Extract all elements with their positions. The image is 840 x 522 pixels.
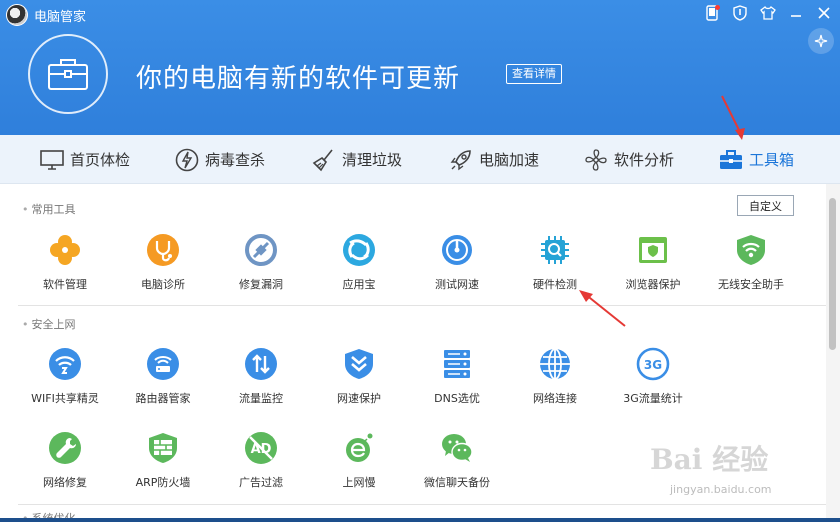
tool-net-speed-protect[interactable]: 网速保护 <box>311 346 407 416</box>
taskbar-edge <box>0 518 840 522</box>
update-message: 你的电脑有新的软件可更新 <box>136 64 461 94</box>
wechat-icon <box>439 430 475 466</box>
tab-home-checkup[interactable]: 首页体检 <box>40 135 130 184</box>
app-logo-icon <box>6 4 28 26</box>
view-details-button[interactable]: 查看详情 <box>506 64 562 84</box>
watermark: Bai 经验 <box>650 443 769 476</box>
tool-ad-filter[interactable]: AD 广告过滤 <box>213 430 309 500</box>
header: 电脑管家 你的电脑有新的软件可更新 查看详情 <box>0 0 840 135</box>
close-icon[interactable] <box>814 3 834 23</box>
traffic-icon <box>243 346 279 382</box>
tool-wifi-share[interactable]: WIFI共享精灵 <box>17 346 113 416</box>
stethoscope-icon <box>145 232 181 268</box>
annotation-arrow <box>721 95 745 140</box>
customize-button[interactable]: 自定义 <box>737 195 794 216</box>
fan-icon <box>584 148 608 172</box>
globe-icon <box>537 346 573 382</box>
monitor-icon <box>40 148 64 172</box>
tab-label: 软件分析 <box>614 151 675 169</box>
minimize-icon[interactable] <box>786 3 806 23</box>
appstore-icon <box>341 232 377 268</box>
tool-app-store[interactable]: 应用宝 <box>311 232 407 302</box>
tool-speed-test[interactable]: 测试网速 <box>409 232 505 302</box>
toolbox-icon <box>719 148 743 172</box>
window-controls <box>702 3 834 23</box>
annotation-arrow <box>579 290 626 327</box>
tab-label: 电脑加速 <box>479 151 540 169</box>
browser-shield-icon <box>635 232 671 268</box>
scrollbar-thumb[interactable] <box>829 198 836 350</box>
tool-network-connection[interactable]: 网络连接 <box>507 346 603 416</box>
watermark-url: jingyan.baidu.com <box>670 483 772 496</box>
tool-fix-vulnerability[interactable]: 修复漏洞 <box>213 232 309 302</box>
svg-text:3G: 3G <box>644 358 662 372</box>
wrench-icon <box>47 430 83 466</box>
tab-speed-up[interactable]: 电脑加速 <box>449 135 539 184</box>
sparkle-icon[interactable] <box>808 28 834 54</box>
section-title-common: • 常用工具 <box>22 203 76 216</box>
tab-label: 病毒查杀 <box>205 151 266 169</box>
rocket-icon <box>449 148 473 172</box>
tool-software-manager[interactable]: 软件管理 <box>17 232 113 302</box>
tab-virus-scan[interactable]: 病毒查杀 <box>175 135 265 184</box>
shirt-icon[interactable] <box>758 3 778 23</box>
section-title-security: • 安全上网 <box>22 318 76 331</box>
tab-clean-junk[interactable]: 清理垃圾 <box>312 135 402 184</box>
tool-dns-optimize[interactable]: DNS选优 <box>409 346 505 416</box>
tool-3g-traffic[interactable]: 3G 3G流量统计 <box>605 346 701 416</box>
chip-icon <box>537 232 573 268</box>
slow-net-icon <box>341 430 377 466</box>
3g-icon: 3G <box>635 346 671 382</box>
broom-icon <box>312 148 336 172</box>
app-title: 电脑管家 <box>34 10 87 25</box>
speedometer-icon <box>439 232 475 268</box>
main-nav: 首页体检 病毒查杀 清理垃圾 电脑加速 软件分析 工具箱 <box>0 135 840 184</box>
section-divider <box>18 305 826 306</box>
patch-icon <box>243 232 279 268</box>
ad-filter-icon: AD <box>243 430 279 466</box>
wifi-share-icon <box>47 346 83 382</box>
shield-icon[interactable] <box>730 3 750 23</box>
lightning-icon <box>175 148 199 172</box>
tab-label: 清理垃圾 <box>342 151 403 169</box>
tool-network-repair[interactable]: 网络修复 <box>17 430 113 500</box>
tab-label: 工具箱 <box>749 151 795 169</box>
section-divider <box>18 504 826 505</box>
tool-wifi-security[interactable]: 无线安全助手 <box>703 232 799 302</box>
dns-icon <box>439 346 475 382</box>
tab-software-analysis[interactable]: 软件分析 <box>584 135 674 184</box>
wifi-shield-icon <box>733 232 769 268</box>
firewall-icon <box>145 430 181 466</box>
router-icon <box>145 346 181 382</box>
phone-icon[interactable] <box>702 3 722 23</box>
tool-router-manager[interactable]: 路由器管家 <box>115 346 211 416</box>
tool-traffic-monitor[interactable]: 流量监控 <box>213 346 309 416</box>
tool-slow-internet[interactable]: 上网慢 <box>311 430 407 500</box>
toolbox-hero-icon <box>28 34 108 114</box>
clover-icon <box>47 232 83 268</box>
speed-shield-icon <box>341 346 377 382</box>
tool-arp-firewall[interactable]: ARP防火墙 <box>115 430 211 500</box>
tool-pc-clinic[interactable]: 电脑诊所 <box>115 232 211 302</box>
tab-label: 首页体检 <box>70 151 131 169</box>
tool-wechat-backup[interactable]: 微信聊天备份 <box>409 430 505 500</box>
